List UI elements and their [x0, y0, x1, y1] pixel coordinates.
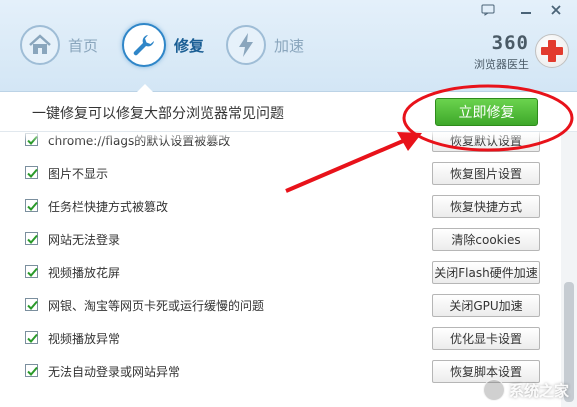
nav-repair[interactable]: 修复: [122, 22, 204, 68]
fix-now-button[interactable]: 立即修复: [435, 98, 538, 126]
list-item: 图片不显示 恢复图片设置: [0, 157, 560, 190]
issue-label: 视频播放花屏: [48, 266, 121, 280]
watermark-logo-icon: [482, 379, 505, 401]
issue-checkbox[interactable]: [25, 232, 38, 245]
list-item: 任务栏快捷方式被篡改 恢复快捷方式: [0, 190, 560, 223]
issue-checkbox[interactable]: [25, 331, 38, 344]
active-tab-pointer: [137, 84, 153, 92]
close-icon[interactable]: [543, 0, 569, 20]
issue-checkbox[interactable]: [25, 199, 38, 212]
issue-checkbox[interactable]: [25, 298, 38, 311]
red-cross-icon: [535, 34, 569, 68]
list-item: 网银、淘宝等网页卡死或运行缓慢的问题 关闭GPU加速: [0, 289, 560, 322]
issue-checkbox[interactable]: [25, 265, 38, 278]
list-scrollbar[interactable]: [561, 132, 577, 407]
home-icon: [20, 25, 60, 65]
list-item: 网站无法登录 清除cookies: [0, 223, 560, 256]
nav-speedup-label: 加速: [274, 36, 305, 55]
issue-label: 网银、淘宝等网页卡死或运行缓慢的问题: [48, 299, 265, 313]
top-header: 首页 修复 加速 360 浏览器医生: [0, 0, 577, 92]
issue-action-button[interactable]: 关闭Flash硬件加速: [432, 261, 540, 284]
issue-label: 网站无法登录: [48, 233, 121, 247]
issue-checkbox[interactable]: [25, 166, 38, 179]
issue-label: 图片不显示: [48, 167, 109, 181]
issue-action-button[interactable]: 关闭GPU加速: [432, 294, 540, 317]
issue-list: chrome://flags的默认设置被篡改 恢复默认设置 图片不显示 恢复图片…: [0, 132, 560, 407]
nav-speedup[interactable]: 加速: [226, 22, 304, 68]
list-item: 视频播放花屏 关闭Flash硬件加速: [0, 256, 560, 289]
issue-label: 无法自动登录或网站异常: [48, 365, 181, 379]
list-top-fade: [0, 132, 560, 142]
issue-action-button[interactable]: 清除cookies: [432, 228, 540, 251]
brand: 360 浏览器医生: [474, 32, 529, 72]
brand-title: 浏览器医生: [474, 58, 529, 71]
watermark: 系统之家: [482, 379, 569, 401]
brand-number: 360: [491, 32, 529, 54]
nav-home[interactable]: 首页: [20, 22, 98, 68]
lightning-icon: [226, 25, 266, 65]
watermark-text: 系统之家: [508, 381, 569, 400]
nav-home-label: 首页: [68, 36, 99, 55]
wrench-icon: [122, 23, 166, 67]
issue-action-button[interactable]: 优化显卡设置: [432, 327, 540, 350]
feedback-icon[interactable]: [475, 0, 501, 20]
minimize-icon[interactable]: [513, 0, 539, 20]
issue-label: 视频播放异常: [48, 332, 121, 346]
nav-repair-label: 修复: [174, 36, 205, 55]
issue-action-button[interactable]: 恢复快捷方式: [432, 195, 540, 218]
issue-action-button[interactable]: 恢复图片设置: [432, 162, 540, 185]
list-item: 无法自动登录或网站异常 恢复脚本设置: [0, 355, 560, 388]
repair-headline: 一键修复可以修复大部分浏览器常见问题: [32, 106, 284, 122]
issue-checkbox[interactable]: [25, 364, 38, 377]
list-item: 视频播放异常 优化显卡设置: [0, 322, 560, 355]
issue-label: 任务栏快捷方式被篡改: [48, 200, 169, 214]
